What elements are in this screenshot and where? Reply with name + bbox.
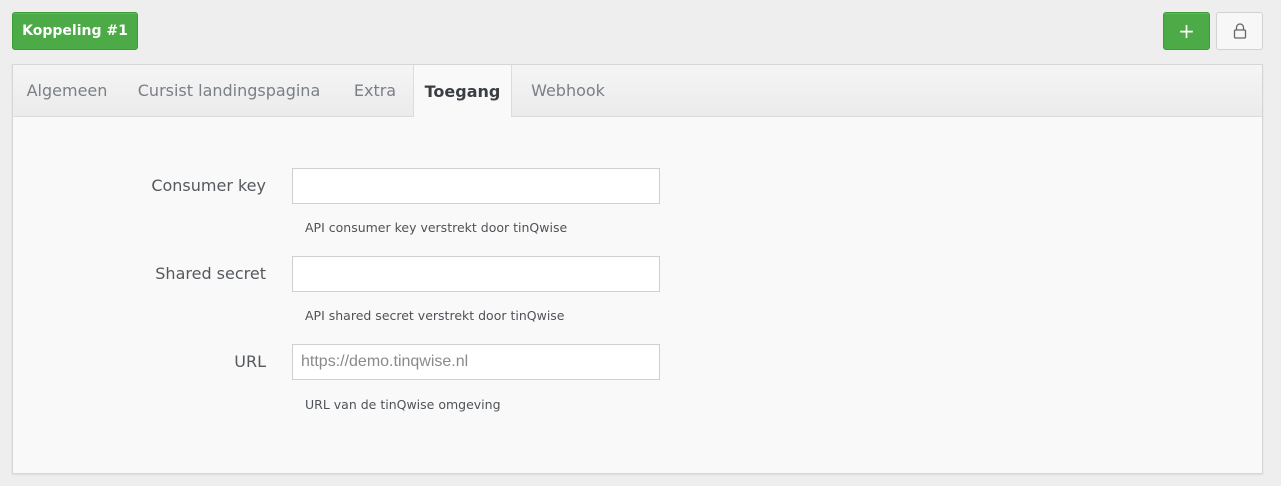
shared-secret-label: Shared secret <box>155 264 266 283</box>
connection-title-button[interactable]: Koppeling #1 <box>12 12 138 50</box>
consumer-key-help: API consumer key verstrekt door tinQwise <box>305 220 568 235</box>
add-button[interactable]: + <box>1163 12 1210 50</box>
lock-button[interactable] <box>1216 12 1263 50</box>
shared-secret-help: API shared secret verstrekt door tinQwis… <box>305 308 565 323</box>
plus-icon: + <box>1178 19 1195 43</box>
tab-extra[interactable]: Extra <box>337 65 413 116</box>
url-input[interactable] <box>292 344 660 380</box>
consumer-key-label: Consumer key <box>151 176 266 195</box>
tab-cursist-landingspagina[interactable]: Cursist landingspagina <box>121 65 337 116</box>
url-label: URL <box>234 352 266 371</box>
lock-icon <box>1233 23 1246 39</box>
url-help: URL van de tinQwise omgeving <box>305 397 501 412</box>
tab-bar: Algemeen Cursist landingspagina Extra To… <box>13 65 1262 117</box>
consumer-key-input[interactable] <box>292 168 660 204</box>
settings-panel: Algemeen Cursist landingspagina Extra To… <box>12 64 1263 474</box>
shared-secret-input[interactable] <box>292 256 660 292</box>
tab-algemeen[interactable]: Algemeen <box>13 65 121 116</box>
tab-toegang[interactable]: Toegang <box>413 65 512 117</box>
tab-webhook[interactable]: Webhook <box>512 65 624 116</box>
